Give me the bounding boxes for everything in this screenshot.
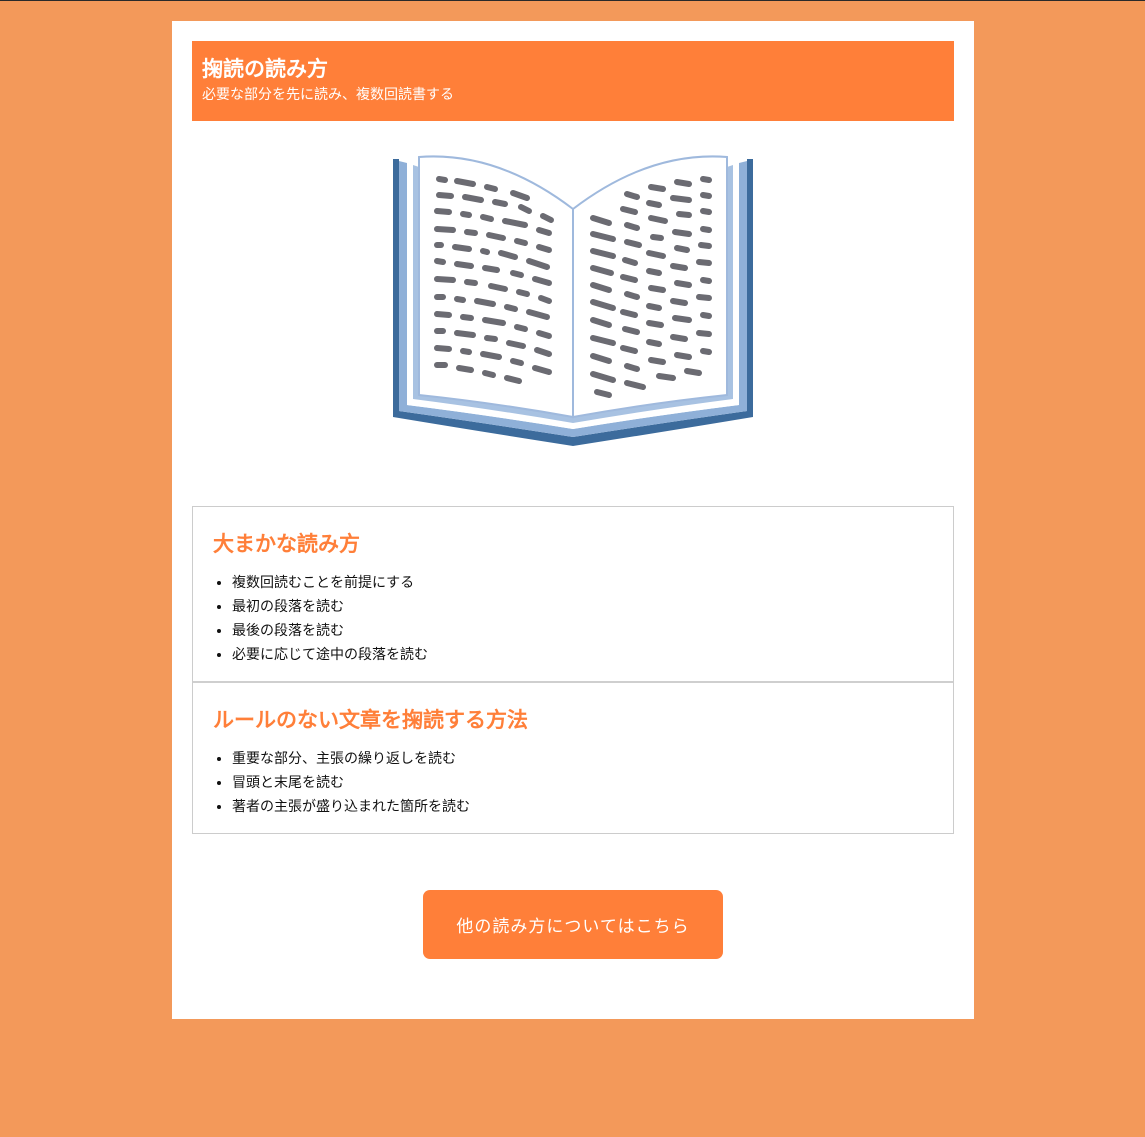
window-top-border <box>0 0 1145 1</box>
page-header: 掬読の読み方 必要な部分を先に読み、複数回読書する <box>192 41 954 121</box>
section-unstructured-method: ルールのない文章を掬読する方法 重要な部分、主張の繰り返しを読む 冒頭と末尾を読… <box>193 681 953 833</box>
list-item: 冒頭と末尾を読む <box>232 771 933 795</box>
method-list: 複数回読むことを前提にする 最初の段落を読む 最後の段落を読む 必要に応じて途中… <box>213 571 933 667</box>
list-item: 重要な部分、主張の繰り返しを読む <box>232 747 933 771</box>
content-card: 掬読の読み方 必要な部分を先に読み、複数回読書する 大まかな読み方 • 複数回読… <box>172 21 974 1019</box>
list-item: 著者の主張が盛り込まれた箇所を読む <box>232 795 933 819</box>
other-methods-button[interactable]: 他の読み方についてはこちら <box>423 890 723 959</box>
page-subtitle: 必要な部分を先に読み、複数回読書する <box>202 87 454 103</box>
list-item: 最初の段落を読む <box>232 595 933 619</box>
list-item: 複数回読むことを前提にする <box>232 571 933 595</box>
open-book-icon <box>393 155 753 446</box>
method-list: 重要な部分、主張の繰り返しを読む 冒頭と末尾を読む 著者の主張が盛り込まれた箇所… <box>213 747 933 819</box>
list-item: 必要に応じて途中の段落を読む <box>232 643 933 667</box>
section-title: 大まかな読み方 <box>213 532 360 556</box>
section-general-method: 大まかな読み方 複数回読むことを前提にする 最初の段落を読む 最後の段落を読む … <box>193 507 953 681</box>
reading-methods-panel: 大まかな読み方 複数回読むことを前提にする 最初の段落を読む 最後の段落を読む … <box>192 506 954 834</box>
list-item: 最後の段落を読む <box>232 619 933 643</box>
page-title: 掬読の読み方 <box>202 57 328 81</box>
section-title: ルールのない文章を掬読する方法 <box>213 708 528 732</box>
